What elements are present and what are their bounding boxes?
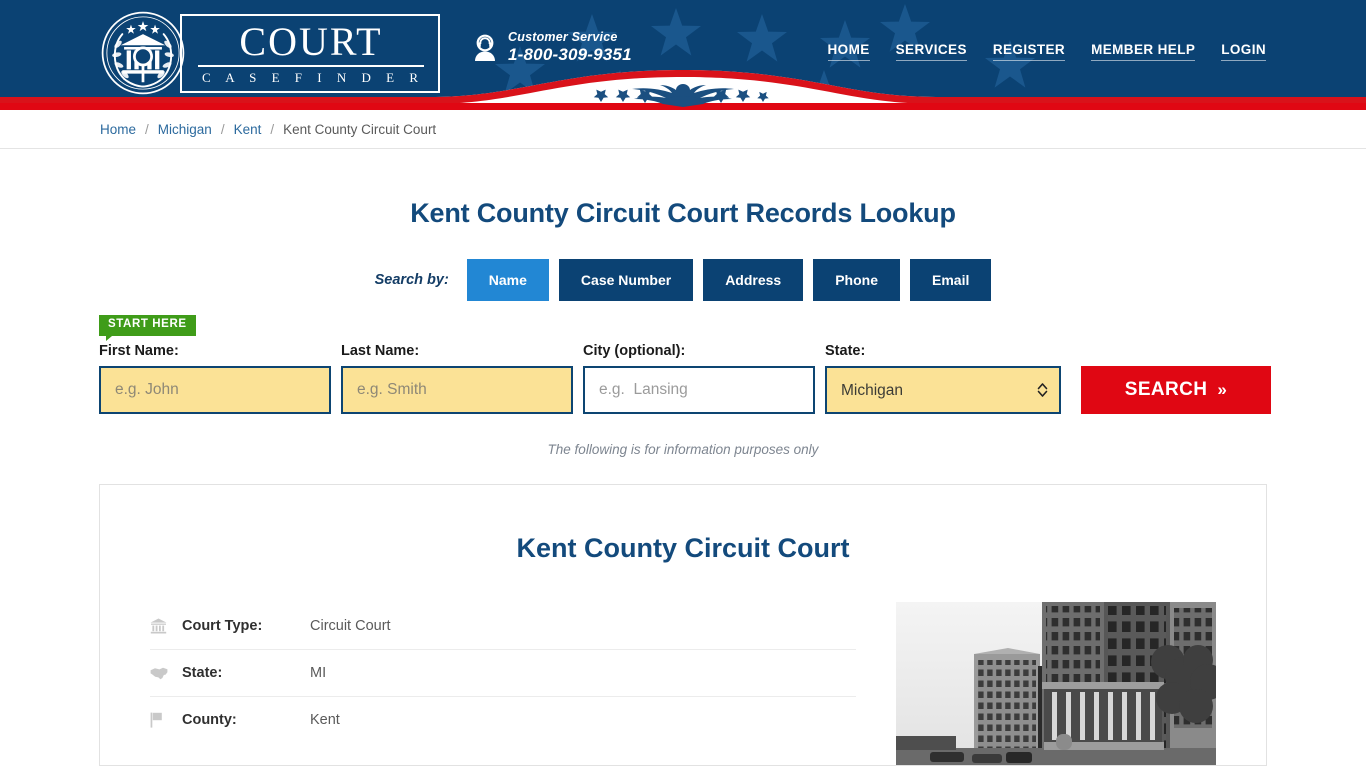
primary-nav: HOME SERVICES REGISTER MEMBER HELP LOGIN [827, 42, 1266, 61]
nav-item-member-help[interactable]: MEMBER HELP [1091, 42, 1196, 61]
search-by-tabs: Search by: Name Case Number Address Phon… [99, 259, 1267, 301]
headset-agent-icon [475, 34, 495, 61]
tab-name[interactable]: Name [466, 259, 549, 301]
breadcrumb-item-current: Kent County Circuit Court [283, 121, 437, 137]
logo-subtitle: C A S E F I N D E R [202, 69, 424, 85]
breadcrumb-item-home[interactable]: Home [100, 122, 136, 137]
tab-case-number[interactable]: Case Number [558, 259, 694, 301]
detail-value: Circuit Court [310, 617, 391, 634]
search-button-label: SEARCH [1124, 379, 1208, 400]
us-map-icon [150, 667, 174, 680]
site-logo[interactable]: COURT C A S E F I N D E R [100, 10, 440, 96]
breadcrumb-item-kent[interactable]: Kent [234, 122, 262, 137]
breadcrumb-separator: / [270, 121, 275, 137]
last-name-input[interactable] [341, 366, 573, 414]
main-content: Kent County Circuit Court Records Lookup… [0, 198, 1366, 766]
logo-wordmark: COURT C A S E F I N D E R [180, 13, 440, 93]
search-by-label: Search by: [374, 272, 449, 288]
last-name-label: Last Name: [341, 343, 420, 359]
nav-item-home[interactable]: HOME [827, 42, 870, 61]
page-title: Kent County Circuit Court Records Lookup [410, 198, 956, 228]
breadcrumb-item-michigan[interactable]: Michigan [158, 122, 212, 137]
state-field-group: State: Michigan [825, 343, 1061, 414]
detail-key: State: [182, 665, 223, 681]
court-seal-icon [101, 11, 185, 95]
detail-key: Court Type: [182, 617, 263, 634]
site-header: COURT C A S E F I N D E R Customer Servi… [0, 0, 1366, 110]
start-here-badge: START HERE [99, 315, 196, 340]
first-name-label: First Name: [99, 343, 179, 359]
state-label: State: [825, 343, 866, 359]
detail-row: Court Type: Circuit Court [150, 602, 856, 649]
court-card-title: Kent County Circuit Court [516, 533, 850, 563]
logo-word: COURT [198, 21, 424, 67]
detail-row: State: MI [150, 649, 856, 696]
customer-service-label: Customer Service [508, 30, 618, 44]
customer-service-phone[interactable]: 1-800-309-9351 [508, 45, 632, 65]
first-name-field-group: First Name: [99, 343, 331, 414]
city-input[interactable] [583, 366, 815, 414]
disclaimer-text: The following is for information purpose… [547, 442, 819, 457]
tab-email[interactable]: Email [910, 259, 992, 301]
court-info-card: Kent County Circuit Court Court Type: Ci… [99, 484, 1267, 766]
search-button[interactable]: SEARCH » [1081, 366, 1271, 414]
search-form: START HERE First Name: Last Name: City (… [99, 315, 1271, 414]
detail-row: County: Kent [150, 696, 856, 743]
court-detail-list: Court Type: Circuit Court State: MI Coun… [150, 602, 856, 765]
nav-item-login[interactable]: LOGIN [1221, 42, 1266, 61]
city-field-group: City (optional): [583, 343, 815, 414]
first-name-input[interactable] [99, 366, 331, 414]
tab-address[interactable]: Address [703, 259, 804, 301]
breadcrumb-separator: / [220, 121, 225, 137]
nav-item-services[interactable]: SERVICES [895, 42, 967, 61]
courthouse-photo [896, 602, 1216, 765]
breadcrumb: Home / Michigan / Kent / Kent County Cir… [0, 110, 1366, 149]
detail-value: Kent [310, 712, 340, 728]
detail-key: County: [182, 712, 237, 728]
double-chevron-right-icon: » [1217, 380, 1228, 399]
tab-phone[interactable]: Phone [813, 259, 900, 301]
bank-icon [150, 618, 174, 634]
flag-icon [150, 712, 174, 728]
detail-value: MI [310, 665, 327, 681]
breadcrumb-separator: / [145, 121, 149, 137]
last-name-field-group: Last Name: [341, 343, 573, 414]
nav-item-register[interactable]: REGISTER [992, 42, 1066, 61]
city-label: City (optional): [583, 343, 686, 359]
state-select[interactable]: Michigan [825, 366, 1061, 414]
customer-service-block[interactable]: Customer Service 1-800-309-9351 [472, 30, 632, 65]
